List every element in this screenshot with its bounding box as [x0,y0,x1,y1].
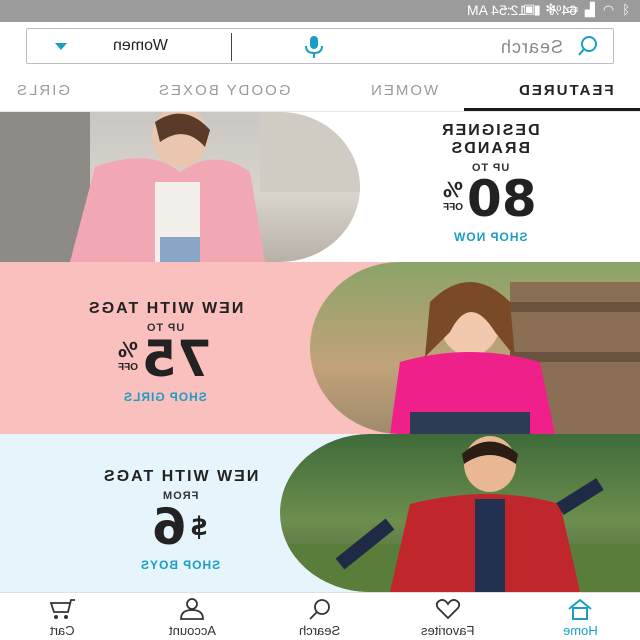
tab-featured[interactable]: FEATURED [517,82,614,99]
nav-search[interactable]: Search [270,597,370,638]
nav-cart-label: Cart [49,623,75,638]
promo-number-3: 6 [151,498,187,556]
nav-favorites-label: Favorites [421,623,475,638]
nav-account-label: Account [168,623,216,638]
woman-photo-art [0,112,360,262]
alarm-icon: ▭ [566,2,579,17]
promo-headline-2: NEW WITH TAGS [86,300,244,317]
wifi-icon: ◠ [602,2,615,18]
promo-off-2: OFF [118,362,139,373]
nav-home[interactable]: Home [530,597,630,638]
status-right: ⋯ ▣ ✻ ▭ [500,2,579,17]
nav-search-label: Search [299,623,341,638]
gallery-icon: ▣ [523,2,536,17]
tab-girls[interactable]: GIRLS [15,82,70,99]
signal-icon: ▟ [584,2,595,18]
fan-icon: ✻ [545,2,557,17]
banner-boys[interactable]: NEW WITH TAGS FROM $ 6 SHOP BOYS [0,434,640,592]
banner-designer-brands[interactable]: DESIGNER BRANDS UP TO 80 % OFF SHOP NOW [0,112,640,262]
promo-percent-1: % [443,178,464,202]
banner-photo-boy [280,434,640,592]
home-icon [568,598,592,620]
girl-photo-art [390,282,640,434]
promo-number-1: 80 [467,170,537,228]
promo-text-3: NEW WITH TAGS FROM $ 6 SHOP BOYS [95,468,265,572]
nav-cart[interactable]: Cart [12,597,112,638]
nav-favorites[interactable]: Favorites [398,597,498,638]
shop-now-link[interactable]: SHOP NOW [453,230,527,244]
more-icon: ⋯ [500,2,513,17]
bottom-navigation: Home Favorites Search Account Cart [0,592,640,640]
promo-percent-2: % [118,338,139,362]
bluetooth-icon: ᛒ [622,2,630,18]
promo-number-2: 75 [142,330,212,388]
person-icon [180,598,204,620]
promo-text-2: NEW WITH TAGS UP TO 75 % OFF SHOP GIRLS [55,300,275,404]
boy-photo-art [280,436,640,592]
department-select[interactable]: Women [113,37,168,55]
promo-text-1: DESIGNER BRANDS UP TO 80 % OFF SHOP NOW [405,122,575,244]
cart-icon [49,599,75,619]
promo-headline-1: DESIGNER BRANDS [440,122,540,157]
nav-account[interactable]: Account [142,597,242,638]
search-bar[interactable]: Search Women [26,28,614,64]
mic-icon[interactable] [303,35,325,59]
search-icon[interactable] [577,35,599,57]
banner-photo-woman [0,112,360,262]
status-bar: 12:54 AM ▮ 64% ▟ ◠ ᛒ ⋯ ▣ ✻ ▭ [0,0,640,22]
promo-currency-3: $ [190,512,209,542]
search-input[interactable]: Search [500,37,563,58]
search-divider [231,33,232,61]
category-tabs: FEATURED WOMEN GOODY BOXES GIRLS [0,72,640,112]
banner-photo-girl [310,262,640,434]
banner-girls[interactable]: NEW WITH TAGS UP TO 75 % OFF SHOP GIRLS [0,262,640,434]
shop-boys-link[interactable]: SHOP BOYS [140,558,220,572]
promo-headline-3: NEW WITH TAGS [101,468,259,485]
chevron-down-icon[interactable] [55,43,67,50]
promo-off-1: OFF [443,202,464,213]
heart-icon [435,599,461,620]
shop-girls-link[interactable]: SHOP GIRLS [123,390,207,404]
tab-women[interactable]: WOMEN [369,82,438,99]
active-tab-indicator [464,108,640,111]
search-icon [309,599,330,620]
tab-goody-boxes[interactable]: GOODY BOXES [157,82,290,99]
nav-home-label: Home [562,623,598,638]
